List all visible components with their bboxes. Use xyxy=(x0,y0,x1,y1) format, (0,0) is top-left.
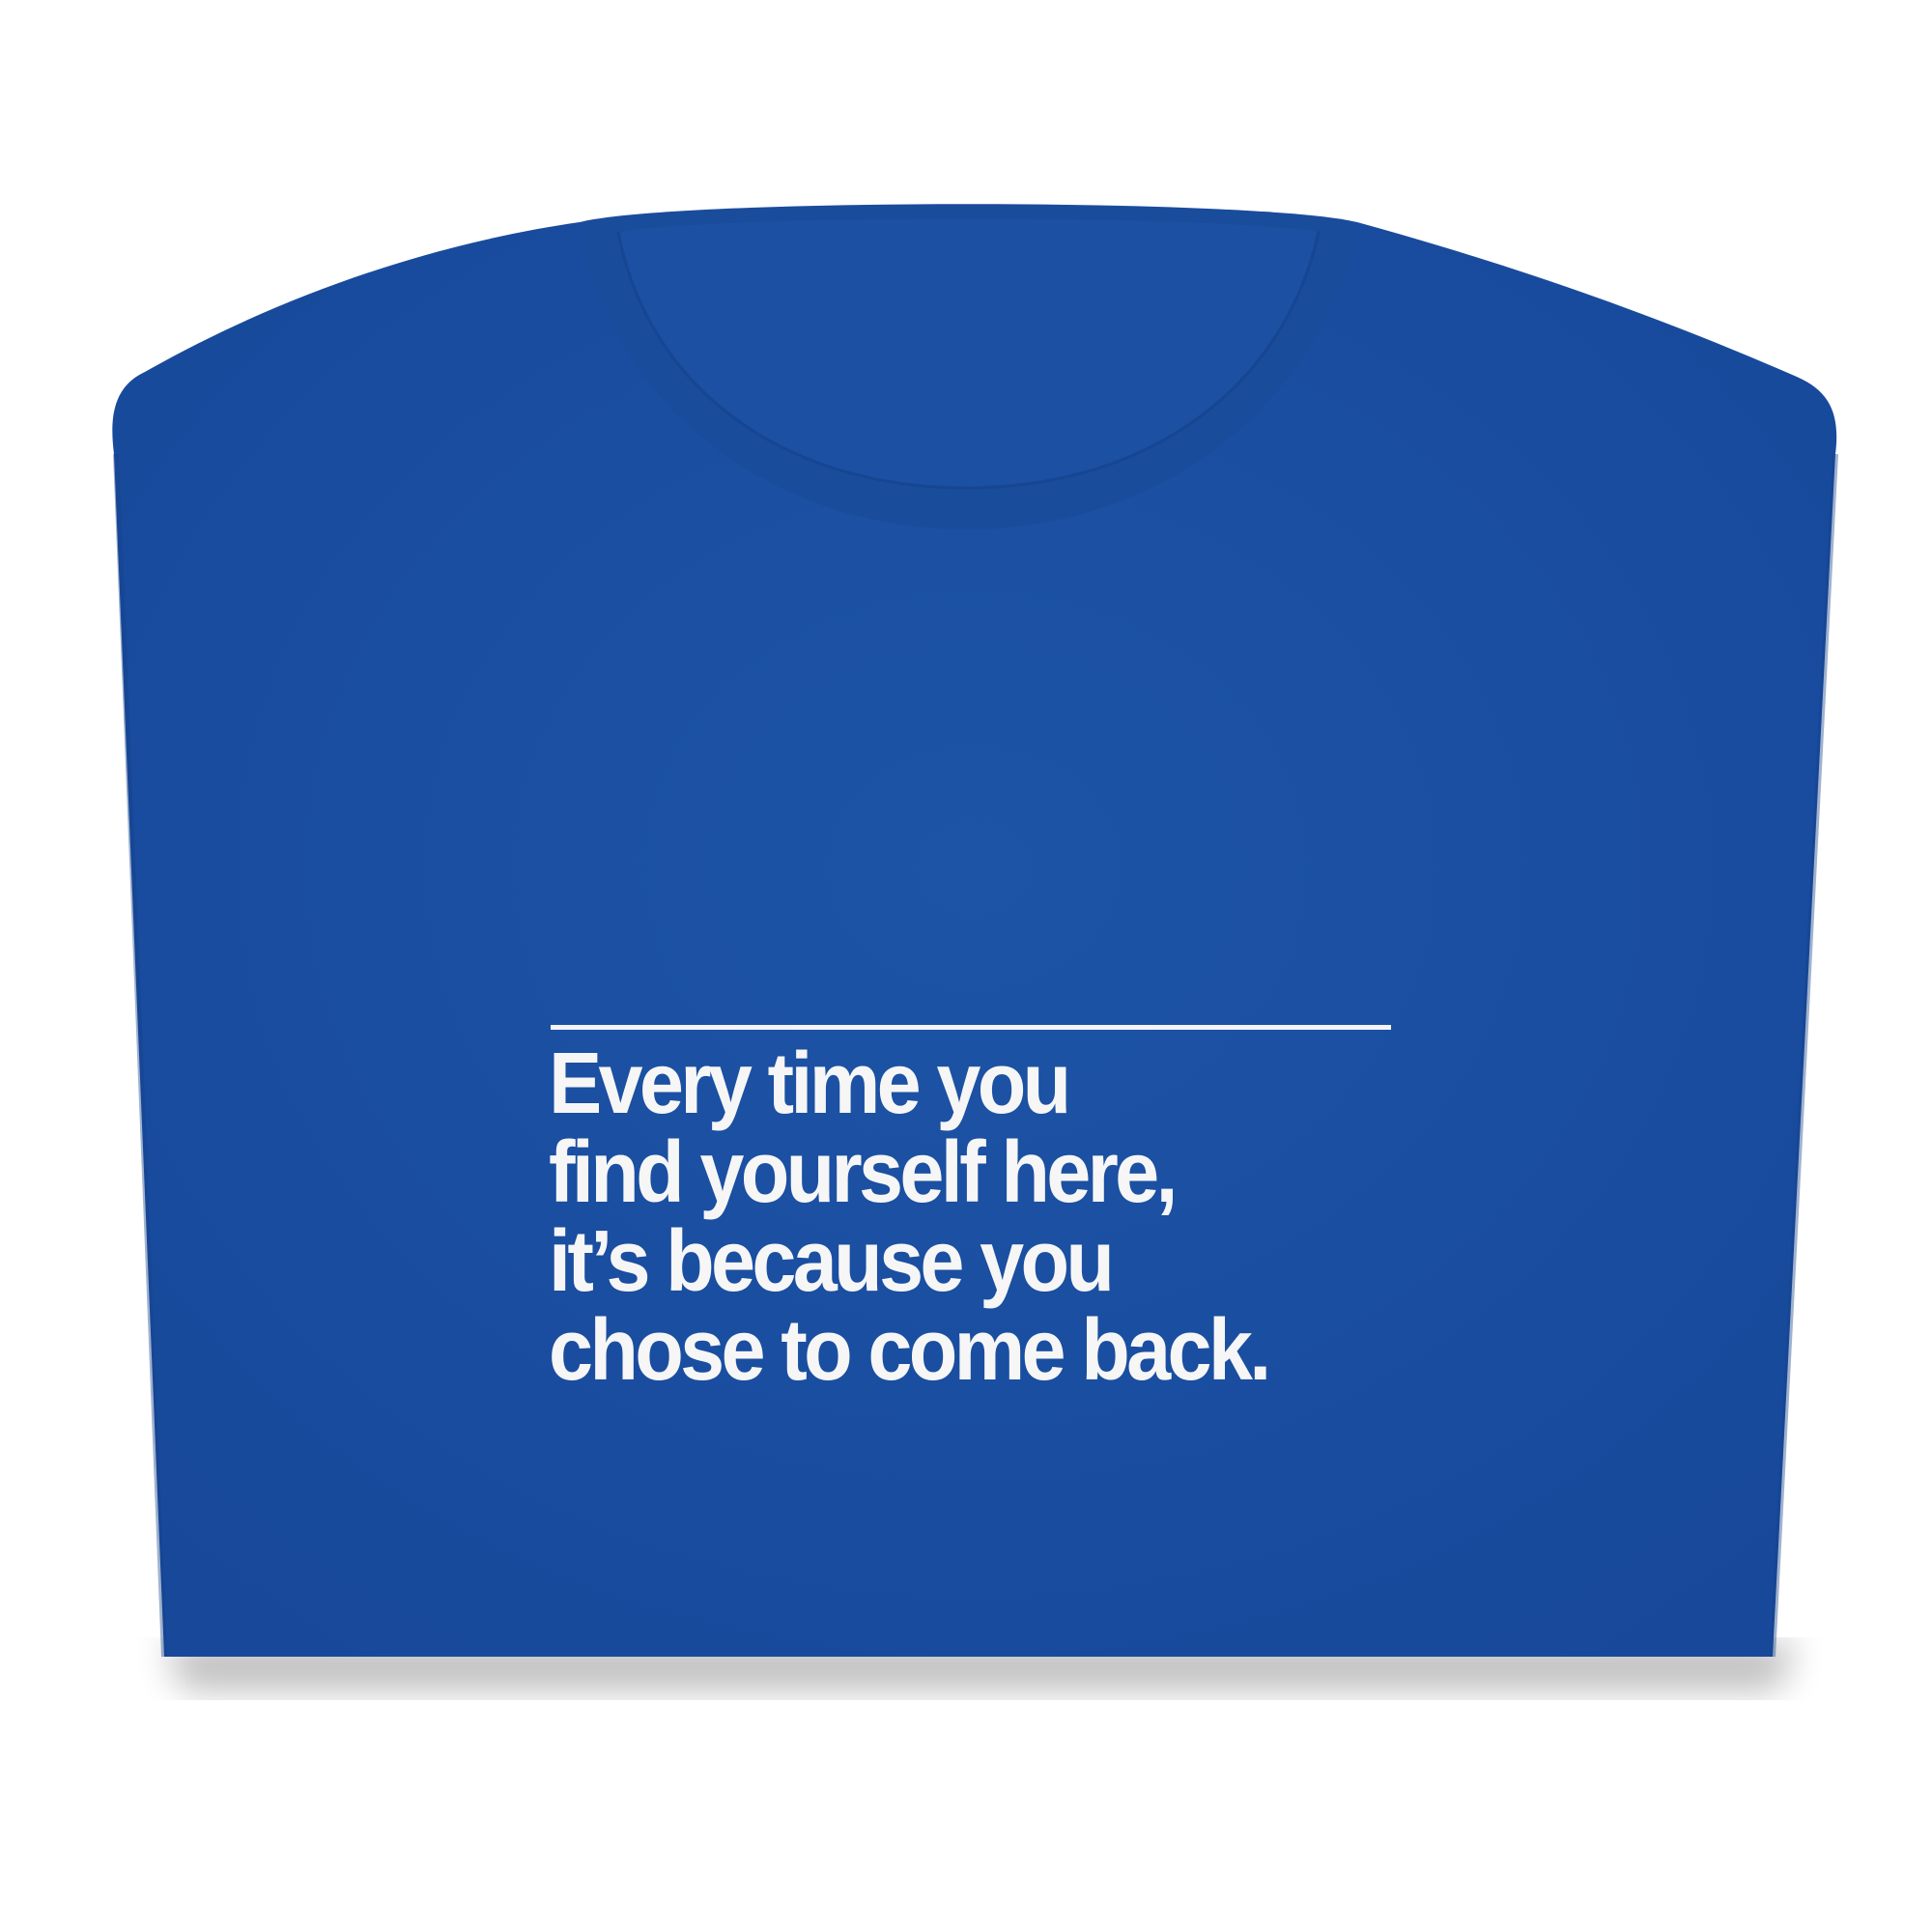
quote-line-3: it’s because you xyxy=(549,1213,1115,1310)
shirt-print-quote: Every time you find yourself here, it’s … xyxy=(549,1039,1349,1395)
product-photo: Every time you find yourself here, it’s … xyxy=(0,0,1932,1932)
print-divider-line xyxy=(551,1025,1391,1030)
quote-line-1: Every time you xyxy=(549,1036,1071,1132)
quote-line-2: find yourself here, xyxy=(549,1124,1179,1221)
folded-tshirt xyxy=(112,204,1838,1690)
quote-line-4: chose to come back. xyxy=(549,1302,1271,1399)
